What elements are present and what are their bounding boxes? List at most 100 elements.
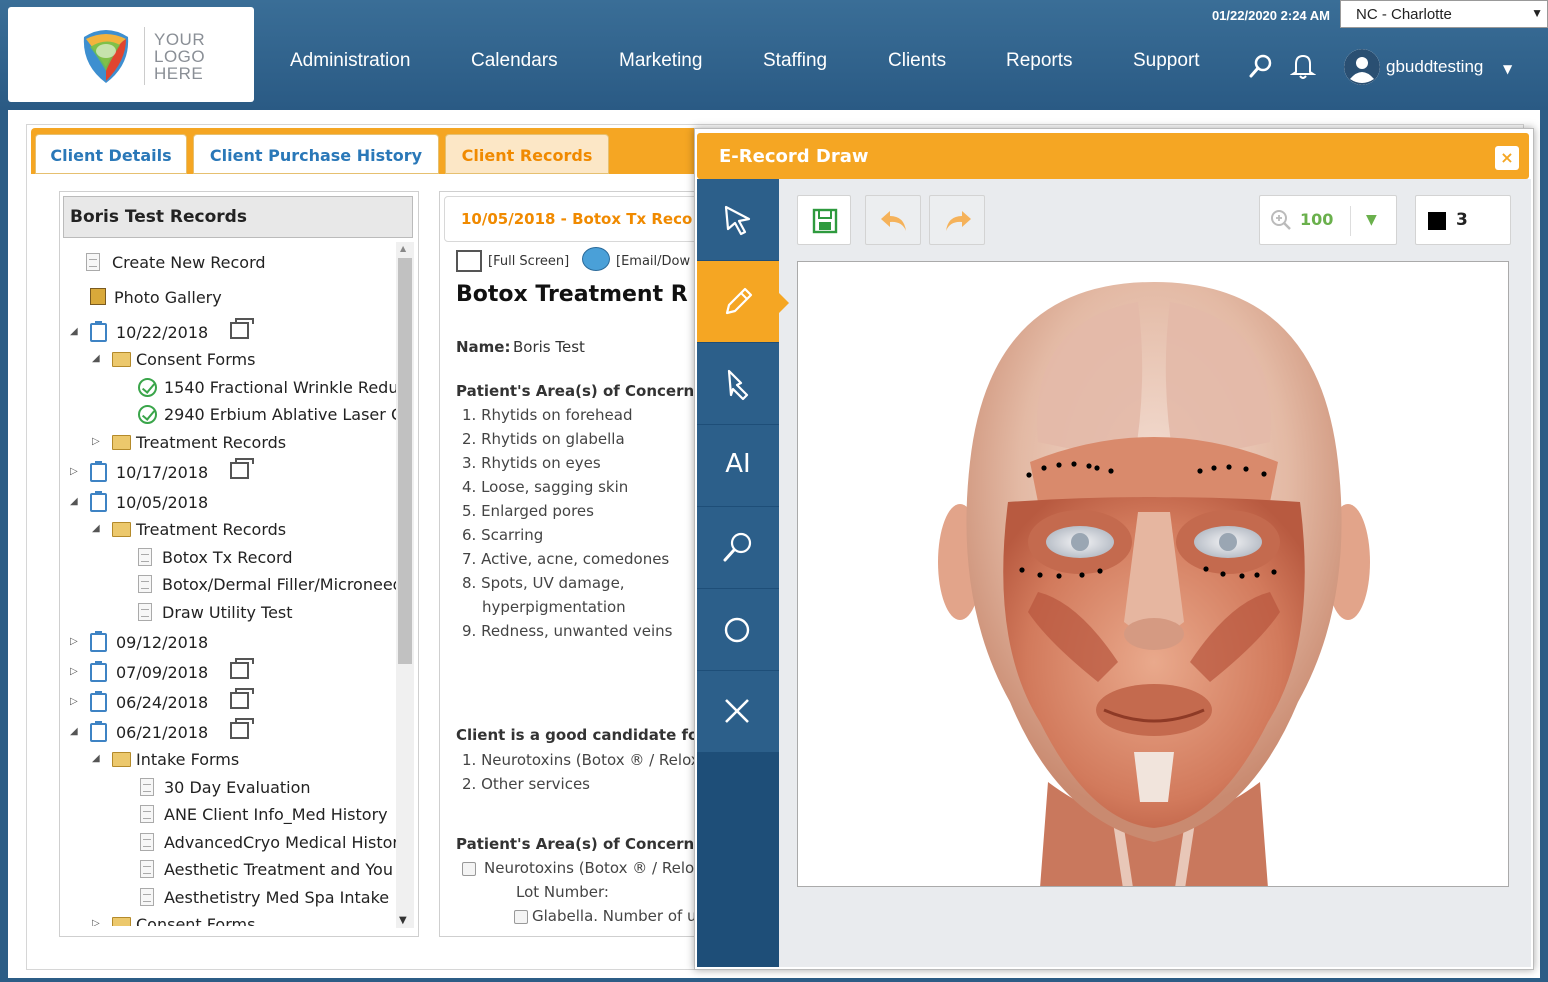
new-record-icon: [86, 253, 100, 271]
nav-marketing[interactable]: Marketing: [619, 50, 702, 72]
candidate-item: 1. Neurotoxins (Botox ® / Relox: [462, 751, 700, 769]
stroke-width-value: 3: [1456, 210, 1468, 230]
tab-client-details[interactable]: Client Details: [35, 134, 187, 174]
scrollbar-thumb[interactable]: [398, 258, 412, 664]
scroll-up-icon[interactable]: ▲: [400, 244, 406, 253]
name-label: Name:: [456, 338, 511, 356]
full-screen-icon[interactable]: [456, 250, 482, 272]
search-icon[interactable]: [1248, 52, 1274, 80]
user-avatar[interactable]: [1344, 49, 1380, 85]
collapse-icon[interactable]: ◢: [70, 496, 78, 507]
expand-icon[interactable]: ▷: [92, 918, 100, 926]
expand-icon[interactable]: ▷: [92, 436, 100, 447]
nav-administration[interactable]: Administration: [290, 50, 410, 72]
calendar-icon: [90, 321, 107, 342]
email-icon[interactable]: [582, 247, 610, 271]
calendar-icon: [90, 691, 107, 712]
close-icon[interactable]: ×: [1495, 146, 1519, 170]
document-icon: [138, 575, 152, 593]
tree-node-label: Botox Tx Record: [162, 548, 293, 567]
folder-icon: [112, 917, 131, 926]
save-button[interactable]: [797, 195, 851, 245]
collapse-icon[interactable]: ◢: [92, 753, 100, 764]
document-icon: [138, 548, 152, 566]
collapse-icon[interactable]: ◢: [92, 523, 100, 534]
tab-client-purchase-history[interactable]: Client Purchase History: [193, 134, 439, 174]
name-value: Boris Test: [513, 338, 585, 356]
drawing-canvas[interactable]: [797, 261, 1509, 887]
email-download-link[interactable]: [Email/Dow: [616, 254, 690, 269]
expand-icon[interactable]: ▷: [70, 466, 78, 477]
nav-calendars[interactable]: Calendars: [471, 50, 558, 72]
location-select[interactable]: NC - Charlotte ▼: [1340, 0, 1548, 28]
chevron-down-icon[interactable]: ▼: [1366, 212, 1377, 228]
copy-icon[interactable]: [230, 458, 254, 479]
copy-icon[interactable]: [230, 718, 254, 739]
tab-client-records[interactable]: Client Records: [445, 134, 609, 174]
nav-reports[interactable]: Reports: [1006, 50, 1073, 72]
document-icon: [138, 603, 152, 621]
circle-icon: [724, 617, 750, 643]
undo-button[interactable]: [865, 195, 921, 245]
collapse-icon[interactable]: ◢: [92, 353, 100, 364]
copy-icon[interactable]: [230, 658, 254, 679]
tree-node-label: 1540 Fractional Wrinkle Redu: [164, 378, 396, 397]
record-header: 10/05/2018 - Botox Tx Reco: [444, 196, 734, 242]
expand-icon[interactable]: ▷: [70, 636, 78, 647]
tree-node-label: 06/24/2018: [116, 693, 209, 712]
tree-scrollbar[interactable]: ▲ ▼: [396, 242, 414, 928]
create-new-record-label: Create New Record: [112, 253, 266, 272]
tool-circle[interactable]: [697, 589, 779, 671]
tree-node-label: 10/22/2018: [116, 323, 209, 342]
concern-item: 7. Active, acne, comedones: [462, 550, 670, 568]
tree-node-label: ANE Client Info_Med History: [164, 805, 388, 824]
neurotoxins-checkbox[interactable]: [462, 862, 476, 876]
logo[interactable]: YOUR LOGO HERE: [8, 7, 254, 102]
nav-clients[interactable]: Clients: [888, 50, 946, 72]
stroke-width-control[interactable]: 3: [1415, 195, 1511, 245]
logo-line: HERE: [154, 64, 204, 83]
tool-text[interactable]: AI: [697, 425, 779, 507]
location-value: NC - Charlotte: [1356, 6, 1452, 23]
nav-staffing[interactable]: Staffing: [763, 50, 827, 72]
tool-zoom[interactable]: [697, 507, 779, 589]
pointer-icon: [727, 369, 749, 401]
tool-clear[interactable]: [697, 671, 779, 753]
nav-support[interactable]: Support: [1133, 50, 1200, 72]
tree-node-label: Intake Forms: [136, 750, 240, 769]
facial-muscle-illustration: [938, 282, 1370, 886]
concern-item: 9. Redness, unwanted veins: [462, 622, 673, 640]
glabella-checkbox[interactable]: [514, 910, 528, 924]
full-screen-link[interactable]: [Full Screen]: [488, 254, 569, 269]
tree-node-label: 09/12/2018: [116, 633, 209, 652]
tool-select[interactable]: [697, 179, 779, 261]
expand-icon[interactable]: ▷: [70, 696, 78, 707]
magnifier-icon: [723, 532, 752, 562]
pencil-icon: [725, 287, 753, 315]
stroke-color-swatch[interactable]: [1428, 212, 1446, 230]
zoom-in-icon: [1271, 210, 1291, 230]
username[interactable]: gbuddtesting: [1386, 57, 1483, 77]
document-icon: [140, 833, 154, 851]
tool-pointer[interactable]: [697, 343, 779, 425]
bell-icon[interactable]: [1290, 52, 1316, 80]
collapse-icon[interactable]: ◢: [70, 726, 78, 737]
scroll-down-icon[interactable]: ▼: [399, 915, 407, 926]
concern-item: 8. Spots, UV damage,: [462, 574, 625, 592]
copy-icon[interactable]: [230, 688, 254, 709]
tool-pencil[interactable]: [697, 261, 789, 343]
collapse-icon[interactable]: ◢: [70, 326, 78, 337]
neurotoxins-label: Neurotoxins (Botox ® / Relox: [484, 859, 703, 877]
concern-item: hyperpigmentation: [482, 598, 626, 616]
redo-button[interactable]: [929, 195, 985, 245]
copy-icon[interactable]: [230, 318, 254, 339]
tree-node-label: Aesthetistry Med Spa Intake: [164, 888, 390, 907]
concern-heading: Patient's Area(s) of Concern: [456, 382, 695, 400]
zoom-control[interactable]: 100 ▼: [1259, 195, 1397, 245]
expand-icon[interactable]: ▷: [70, 666, 78, 677]
concern-item: 6. Scarring: [462, 526, 544, 544]
tree-node-label: 30 Day Evaluation: [164, 778, 311, 797]
chevron-down-icon[interactable]: ▼: [1503, 62, 1512, 76]
tree-title: Boris Test Records: [63, 196, 413, 238]
tree-node-label: 07/09/2018: [116, 663, 209, 682]
